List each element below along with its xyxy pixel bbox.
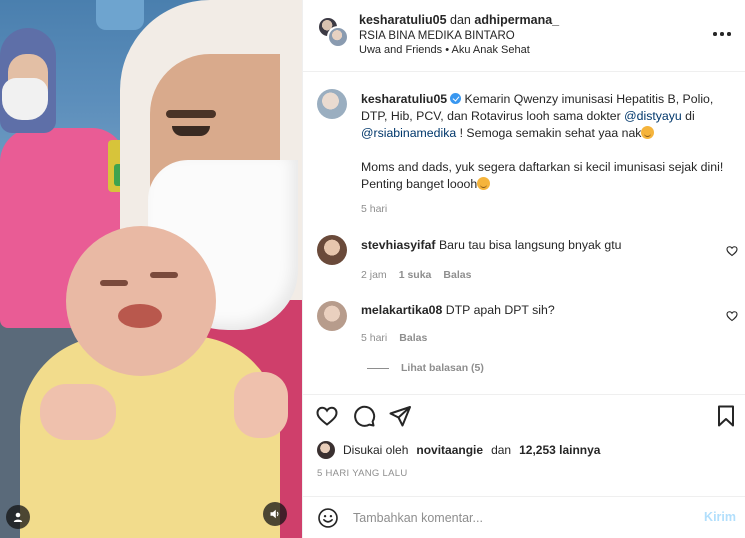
post-timestamp[interactable]: 5 HARI YANG LALU: [317, 468, 408, 479]
photo-baby-hand: [234, 372, 288, 438]
comment-meta: 5 hari Balas: [361, 332, 427, 344]
post-caption: kesharatuliu05 Kemarin Qwenzy imunisasi …: [361, 91, 735, 193]
photo-mother-brow: [166, 110, 216, 118]
avatar[interactable]: [317, 235, 347, 265]
emoji-picker-icon[interactable]: [317, 507, 339, 529]
comment-username-link[interactable]: melakartika08: [361, 303, 442, 317]
comments-list[interactable]: kesharatuliu05 Kemarin Qwenzy imunisasi …: [303, 73, 745, 393]
like-comment-heart-icon[interactable]: [726, 310, 738, 322]
photo-baby-eye: [100, 280, 128, 286]
comment-meta: 2 jam 1 suka Balas: [361, 269, 471, 281]
avatar[interactable]: [317, 441, 335, 459]
post-details-panel: kesharatuliu05 dan adhipermana_ RSIA BIN…: [302, 0, 745, 538]
liked-by-summary: Disukai oleh novitaangie dan 12,253 lain…: [317, 440, 600, 460]
caption-text: Moms and dads, yuk segera daftarkan si k…: [361, 160, 724, 191]
mention-link[interactable]: @distyayu: [624, 109, 682, 123]
grinning-face-emoji-icon: [477, 177, 491, 190]
comment-time: 2 jam: [361, 269, 387, 281]
likes-count-link[interactable]: 12,253 lainnya: [519, 443, 600, 457]
liked-by-prefix: Disukai oleh: [343, 443, 409, 457]
comment-time: 5 hari: [361, 332, 388, 344]
view-replies-button[interactable]: Lihat balasan (5): [401, 362, 484, 374]
authors-joiner: dan: [450, 13, 471, 27]
post-comment-button[interactable]: Kirim: [704, 510, 736, 524]
author-username-link[interactable]: kesharatuliu05: [359, 13, 447, 27]
tagged-users-button[interactable]: [6, 505, 30, 529]
collab-avatars[interactable]: [317, 16, 349, 48]
heart-icon[interactable]: [315, 404, 339, 428]
reply-button[interactable]: Balas: [443, 269, 471, 281]
speaker-icon: [270, 509, 279, 519]
photo-baby-eye: [150, 272, 178, 278]
more-dots-icon: [713, 32, 717, 36]
comment-text: Baru tau bisa langsung bnyak gtu: [438, 238, 622, 252]
like-comment-heart-icon[interactable]: [726, 245, 738, 257]
post-header: kesharatuliu05 dan adhipermana_ RSIA BIN…: [303, 0, 745, 72]
save-bookmark-icon[interactable]: [714, 404, 738, 428]
action-bar: [303, 394, 745, 438]
more-dots-icon: [727, 32, 731, 36]
more-options-button[interactable]: [712, 26, 732, 42]
caption-text: ! Semoga semakin sehat yaa nak: [456, 126, 642, 140]
photo-wall-sign: [96, 0, 144, 30]
add-comment-input[interactable]: [353, 505, 673, 531]
reply-button[interactable]: Balas: [399, 332, 427, 344]
mute-toggle-button[interactable]: [263, 502, 287, 526]
comment-username-link[interactable]: stevhiasyifaf: [361, 238, 436, 252]
post-authors: kesharatuliu05 dan adhipermana_: [359, 13, 559, 27]
liked-by-username-link[interactable]: novitaangie: [416, 443, 483, 457]
smiling-face-emoji-icon: [641, 126, 655, 139]
user-icon: [13, 512, 23, 522]
post-media[interactable]: [0, 0, 302, 538]
comment-text: DTP apah DPT sih?: [445, 303, 555, 317]
photo-baby-hand: [40, 384, 116, 440]
comment-body: melakartika08 DTP apah DPT sih?: [361, 302, 701, 319]
replies-divider: [367, 368, 389, 369]
photo-baby-head: [66, 226, 216, 376]
location-link[interactable]: RSIA BINA MEDIKA BINTARO: [359, 30, 515, 42]
liked-by-joiner: dan: [491, 443, 512, 457]
comment-likes-link[interactable]: 1 suka: [399, 269, 432, 281]
add-comment-bar: Kirim: [303, 496, 745, 538]
coauthor-username-link[interactable]: adhipermana_: [474, 13, 559, 27]
avatar[interactable]: [317, 301, 347, 331]
comment-icon[interactable]: [352, 404, 376, 428]
audio-link[interactable]: Uwa and Friends • Aku Anak Sehat: [359, 44, 530, 56]
avatar: [327, 26, 349, 48]
verified-badge-icon: [450, 93, 462, 104]
caption-timestamp: 5 hari: [361, 203, 388, 215]
photo-mother-eye: [172, 126, 210, 136]
comment-body: stevhiasyifaf Baru tau bisa langsung bny…: [361, 237, 701, 254]
photo-baby-mouth: [118, 304, 162, 328]
avatar[interactable]: [317, 89, 347, 119]
more-dots-icon: [720, 32, 724, 36]
caption-text: di: [681, 109, 695, 123]
mention-link[interactable]: @rsiabinamedika: [361, 126, 456, 140]
caption-username-link[interactable]: kesharatuliu05: [361, 92, 447, 106]
share-send-icon[interactable]: [388, 404, 412, 428]
